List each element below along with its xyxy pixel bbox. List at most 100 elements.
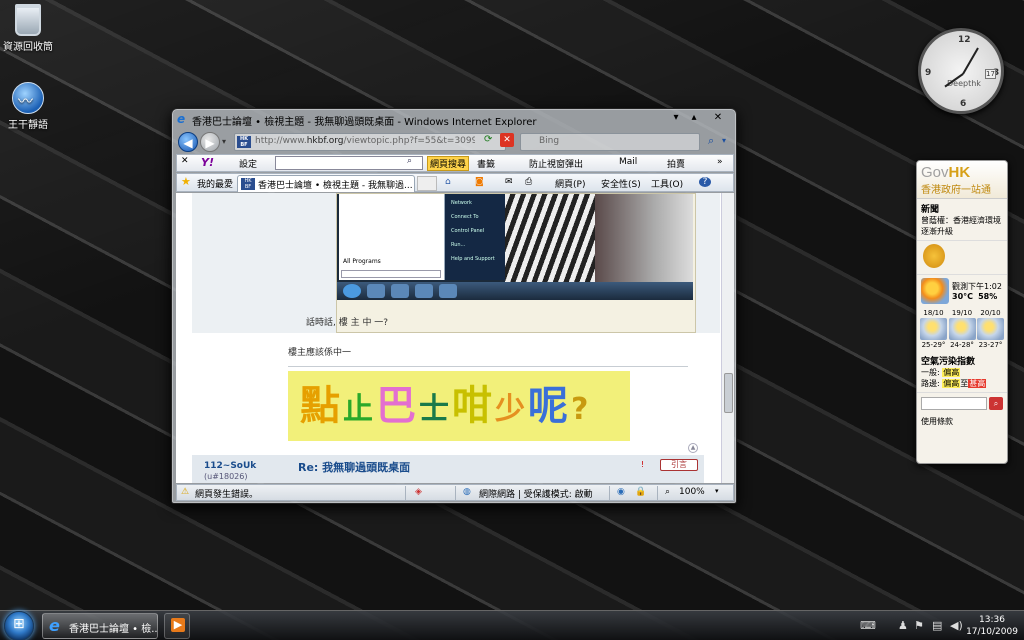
scrollbar-thumb[interactable] <box>724 373 733 413</box>
forecast-date: 18/10 <box>923 309 944 317</box>
aqi-title: 空氣污染指數 <box>921 357 976 367</box>
compat-view-icon[interactable]: ◉ <box>617 487 625 497</box>
favorites-button[interactable]: 我的最愛 <box>197 177 233 190</box>
home-icon[interactable]: ⌂ <box>445 177 451 187</box>
network-icon[interactable]: ▤ <box>932 619 942 632</box>
zoom-level[interactable]: 100% <box>679 487 705 497</box>
forecast-day[interactable]: 19/10 24-28° <box>948 309 976 349</box>
help-menu[interactable]: ? <box>699 177 711 187</box>
warning-icon[interactable]: ⚠ <box>181 487 189 497</box>
govhk-logo[interactable]: GovHK 香港政府一站通 <box>917 161 1007 199</box>
status-message[interactable]: 網頁發生錯誤。 <box>195 487 258 500</box>
yahoo-web-search-button[interactable]: 網頁搜尋 <box>427 156 470 171</box>
report-post-icon[interactable]: ! <box>637 460 648 470</box>
forward-button[interactable]: ▶ <box>200 132 220 152</box>
search-options-dropdown[interactable]: ▾ <box>722 136 726 145</box>
taskbar-media-player-button[interactable] <box>164 613 190 639</box>
govhk-search: ⌕ <box>917 393 1007 414</box>
zoom-dropdown[interactable]: ▾ <box>715 487 719 495</box>
yahoo-bookmarks-button[interactable]: 書籤 <box>477 157 495 170</box>
yahoo-auction-button[interactable]: 拍賣 <box>667 157 685 170</box>
security-zone-text[interactable]: 網際網路 | 受保護模式: 啟動 <box>479 487 593 500</box>
post-author-link[interactable]: 112~SoUk <box>204 461 256 471</box>
aqi-road-label: 路邊: <box>921 379 940 388</box>
page-content: All Programs Network Connect To Control … <box>176 193 721 483</box>
desktop-icon-label: 王干靜語 <box>8 120 48 131</box>
page-menu[interactable]: 網頁(P) <box>555 177 585 190</box>
clock-gadget[interactable]: 12 3 6 9 Deepthk 17 <box>918 28 1004 114</box>
govhk-terms-link[interactable]: 使用條款 <box>917 414 1007 429</box>
tab-title: 香港巴士論壇 • 檢視主題 - 我無聊過... <box>258 181 413 191</box>
toolbar-more-chevron-icon[interactable]: » <box>717 157 723 167</box>
temperature-value: 30°C <box>952 292 974 301</box>
address-url: http://www.hkbf.org/viewtopic.php?f=55&t… <box>255 136 475 146</box>
clock-numeral: 12 <box>958 35 971 45</box>
system-clock[interactable]: 13:36 17/10/2009 <box>966 614 1018 638</box>
govhk-news-item[interactable]: 曾蔭權：香港經濟環境逐漸升級 <box>921 215 1003 237</box>
addon-icon[interactable]: ◈ <box>415 487 422 497</box>
search-input[interactable]: Bing <box>520 133 700 151</box>
quote-reply-button[interactable]: 引言 <box>660 459 698 471</box>
forecast-day[interactable]: 18/10 25-29° <box>920 309 947 349</box>
screenshot-menu-item: Control Panel <box>451 228 485 234</box>
govhk-aqi: 空氣污染指數 一般: 偏高 路邊: 偏高至甚高 <box>917 351 1007 393</box>
back-to-top-icon[interactable]: ▲ <box>688 443 698 453</box>
ie-titlebar[interactable]: e 香港巴士論壇 • 檢視主題 - 我無聊過頭既桌面 - Windows Int… <box>172 109 736 129</box>
forecast-date: 20/10 <box>980 309 1001 317</box>
govhk-gadget: GovHK 香港政府一站通 新聞 曾蔭權：香港經濟環境逐漸升級 觀測下午1:02… <box>916 160 1008 464</box>
refresh-icon[interactable]: ⟳ <box>484 134 498 146</box>
taskbar-ie-button[interactable]: e 香港巴士論壇 • 檢... <box>42 613 158 639</box>
yahoo-settings-button[interactable]: 設定 <box>239 157 257 170</box>
protected-mode-icon[interactable]: 🔒 <box>635 487 646 497</box>
start-button[interactable] <box>4 611 34 640</box>
aqi-general-value: 偏高 <box>942 368 961 377</box>
close-button[interactable]: ✕ <box>710 110 726 126</box>
favorites-star-icon[interactable]: ★ <box>181 175 191 188</box>
yahoo-popup-blocker-button[interactable]: 防止視窗彈出 <box>529 157 583 170</box>
print-icon[interactable]: ⎙ <box>525 177 532 187</box>
yahoo-search-icon[interactable]: ⌕ <box>407 156 412 166</box>
banner-char: 巴 <box>376 383 419 429</box>
screenshot-taskbar <box>337 282 693 300</box>
keyboard-icon[interactable]: ⌨ <box>860 619 876 632</box>
stop-button[interactable]: ✕ <box>500 133 514 147</box>
desktop-icon-shortcut[interactable]: 王干靜語 <box>0 82 56 131</box>
toolbar-close-icon[interactable]: ✕ <box>181 156 189 166</box>
minimize-button[interactable]: ▾ <box>668 110 684 126</box>
safety-menu[interactable]: 安全性(S) <box>601 177 641 190</box>
clock-numeral: 9 <box>925 68 932 78</box>
volume-icon[interactable]: ◀) <box>950 619 963 632</box>
back-button[interactable]: ◀ <box>178 132 198 152</box>
address-bar[interactable]: HK BF http://www.hkbf.org/viewtopic.php?f… <box>234 133 506 151</box>
yahoo-mail-button[interactable]: Mail <box>619 157 637 167</box>
desktop-icon-recycle-bin[interactable]: 資源回收筒 <box>0 4 56 53</box>
clock-time: 13:36 <box>979 615 1005 625</box>
feeds-icon[interactable]: ◙ <box>475 177 484 187</box>
tools-menu[interactable]: 工具(O) <box>651 177 683 190</box>
aqi-general-label: 一般: <box>921 368 940 377</box>
vertical-scrollbar[interactable] <box>721 193 734 483</box>
govhk-search-button[interactable]: ⌕ <box>989 397 1003 410</box>
read-mail-icon[interactable]: ✉ <box>505 177 513 187</box>
yahoo-logo[interactable]: Y! <box>201 156 214 169</box>
screenshot-photo <box>505 194 693 284</box>
url-prefix: http://www. <box>255 136 307 146</box>
action-center-flag-icon[interactable]: ⚑ <box>914 619 924 632</box>
post-title-link[interactable]: Re: 我無聊過頭既桌面 <box>298 459 410 475</box>
recent-pages-dropdown[interactable]: ▾ <box>222 137 226 146</box>
yahoo-search-input[interactable] <box>275 156 423 170</box>
forecast-date: 19/10 <box>951 309 973 317</box>
signature-divider <box>288 366 688 367</box>
cloudy-icon <box>977 318 1004 340</box>
search-icon[interactable]: ⌕ <box>708 134 714 148</box>
govhk-logo-subtitle: 香港政府一站通 <box>921 185 991 196</box>
user-icon[interactable]: ♟ <box>898 619 908 632</box>
new-tab-button[interactable] <box>417 176 437 191</box>
govhk-weather-now[interactable]: 觀測下午1:02 30°C 58% <box>917 275 1007 307</box>
desktop-icon-label: 資源回收筒 <box>3 42 53 53</box>
maximize-button[interactable]: ▴ <box>686 110 702 126</box>
tab-favicon-icon: HK BF <box>241 178 255 190</box>
forecast-day[interactable]: 20/10 23-27° <box>977 309 1004 349</box>
govhk-search-input[interactable] <box>921 397 987 410</box>
browser-tab[interactable]: HK BF 香港巴士論壇 • 檢視主題 - 我無聊過... <box>237 175 415 192</box>
